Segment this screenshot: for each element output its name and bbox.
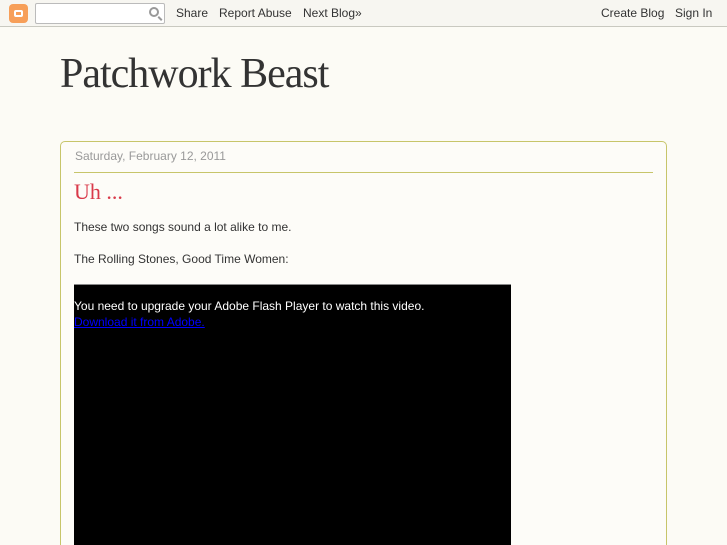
- next-blog-link[interactable]: Next Blog»: [303, 6, 362, 20]
- divider: [74, 172, 653, 173]
- blogger-logo-icon[interactable]: [9, 4, 28, 23]
- create-blog-link[interactable]: Create Blog: [601, 6, 664, 20]
- blog-title[interactable]: Patchwork Beast: [60, 50, 329, 98]
- flash-message: You need to upgrade your Adobe Flash Pla…: [74, 299, 425, 313]
- navbar: Share Report Abuse Next Blog» Create Blo…: [0, 0, 727, 27]
- search-box: [35, 3, 165, 24]
- post-paragraph: These two songs sound a lot alike to me.: [74, 220, 292, 234]
- download-flash-link[interactable]: Download it from Adobe.: [74, 315, 205, 329]
- post-title[interactable]: Uh ...: [74, 179, 123, 205]
- post: Saturday, February 12, 2011 Uh ... These…: [60, 141, 667, 545]
- post-date: Saturday, February 12, 2011: [75, 149, 226, 163]
- post-paragraph: The Rolling Stones, Good Time Women:: [74, 252, 289, 266]
- share-link[interactable]: Share: [176, 6, 208, 20]
- search-input[interactable]: [39, 5, 147, 24]
- report-abuse-link[interactable]: Report Abuse: [219, 6, 292, 20]
- video-embed[interactable]: You need to upgrade your Adobe Flash Pla…: [74, 284, 511, 545]
- search-icon[interactable]: [149, 7, 159, 17]
- sign-in-link[interactable]: Sign In: [675, 6, 712, 20]
